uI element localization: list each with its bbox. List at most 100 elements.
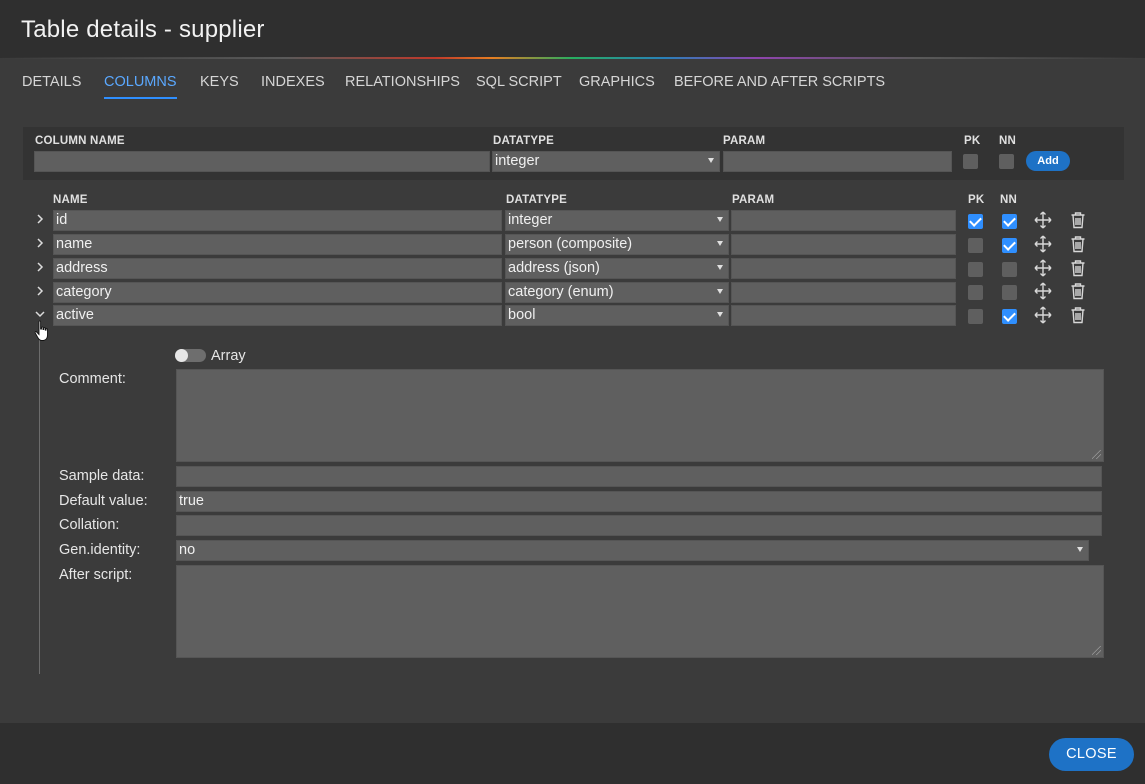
- tab-keys[interactable]: KEYS: [200, 74, 239, 90]
- sample-data-label: Sample data:: [59, 468, 145, 484]
- dropdown-arrow-icon: [717, 241, 723, 246]
- column-param-input[interactable]: [731, 305, 956, 326]
- column-name-input[interactable]: id: [53, 210, 502, 231]
- column-name-input[interactable]: name: [53, 234, 502, 255]
- new-column-param-input[interactable]: [723, 151, 952, 172]
- tab-indexes[interactable]: INDEXES: [261, 74, 325, 90]
- tab-sql-script[interactable]: SQL SCRIPT: [476, 74, 562, 90]
- chevron-right-icon[interactable]: [34, 213, 46, 225]
- resize-grip-icon[interactable]: [1092, 450, 1101, 459]
- chevron-down-icon[interactable]: [34, 308, 46, 320]
- column-pk-checkbox[interactable]: [968, 262, 983, 277]
- after-script-label: After script:: [59, 567, 133, 583]
- column-name-input[interactable]: active: [53, 305, 502, 326]
- add-column-button[interactable]: Add: [1026, 151, 1070, 171]
- column-datatype-value: person (composite): [508, 236, 633, 252]
- tab-columns[interactable]: COLUMNS: [104, 74, 177, 99]
- header-accent-line: [0, 57, 1145, 59]
- column-nn-checkbox[interactable]: [1002, 262, 1017, 277]
- trash-icon[interactable]: [1069, 259, 1087, 277]
- column-datatype-select[interactable]: integer: [505, 210, 729, 231]
- new-column-datatype-value: integer: [495, 153, 540, 169]
- comment-label: Comment:: [59, 371, 126, 387]
- column-param-input[interactable]: [731, 210, 956, 231]
- column-datatype-select[interactable]: bool: [505, 305, 729, 326]
- default-value-label: Default value:: [59, 493, 148, 509]
- chevron-right-icon[interactable]: [34, 237, 46, 249]
- dialog-footer: [0, 723, 1145, 784]
- dropdown-arrow-icon: [717, 265, 723, 270]
- dropdown-arrow-icon: [717, 289, 723, 294]
- new-column-nn-checkbox[interactable]: [999, 154, 1014, 169]
- hand-cursor-icon: [34, 320, 48, 341]
- column-param-input[interactable]: [731, 258, 956, 279]
- column-pk-checkbox[interactable]: [968, 309, 983, 324]
- array-toggle[interactable]: [175, 349, 206, 362]
- columns-name-header: NAME: [53, 194, 88, 206]
- trash-icon[interactable]: [1069, 211, 1087, 229]
- default-value-input[interactable]: true: [176, 491, 1102, 512]
- trash-icon[interactable]: [1069, 306, 1087, 324]
- move-icon[interactable]: [1034, 235, 1052, 253]
- tab-columns-label: COLUMNS: [104, 74, 177, 90]
- move-icon[interactable]: [1034, 211, 1052, 229]
- after-script-textarea[interactable]: [176, 565, 1104, 658]
- active-tab-underline: [104, 97, 177, 99]
- detail-tree-line: [39, 327, 40, 674]
- column-datatype-select[interactable]: category (enum): [505, 282, 729, 303]
- new-column-pk-header: PK: [964, 135, 981, 147]
- dialog-header: Table details - supplier: [0, 0, 1145, 58]
- trash-icon[interactable]: [1069, 235, 1087, 253]
- move-icon[interactable]: [1034, 259, 1052, 277]
- column-datatype-value: category (enum): [508, 284, 614, 300]
- column-nn-checkbox[interactable]: [1002, 214, 1017, 229]
- dropdown-arrow-icon: [717, 312, 723, 317]
- dropdown-arrow-icon: [708, 158, 714, 163]
- dropdown-arrow-icon: [1077, 547, 1083, 552]
- column-datatype-value: bool: [508, 307, 536, 323]
- column-nn-checkbox[interactable]: [1002, 309, 1017, 324]
- gen-identity-select[interactable]: no: [176, 540, 1089, 561]
- columns-nn-header: NN: [1000, 194, 1018, 206]
- column-nn-checkbox[interactable]: [1002, 238, 1017, 253]
- dropdown-arrow-icon: [717, 217, 723, 222]
- new-column-pk-checkbox[interactable]: [963, 154, 978, 169]
- column-pk-checkbox[interactable]: [968, 238, 983, 253]
- chevron-right-icon[interactable]: [34, 285, 46, 297]
- new-column-datatype-select[interactable]: integer: [492, 151, 720, 172]
- tab-relationships[interactable]: RELATIONSHIPS: [345, 74, 460, 90]
- column-name-input[interactable]: category: [53, 282, 502, 303]
- gen-identity-value: no: [179, 542, 196, 558]
- trash-icon[interactable]: [1069, 282, 1087, 300]
- column-name-input[interactable]: address: [53, 258, 502, 279]
- gen-identity-label: Gen.identity:: [59, 542, 141, 558]
- array-toggle-knob: [175, 349, 188, 362]
- column-datatype-select[interactable]: address (json): [505, 258, 729, 279]
- new-column-param-header: PARAM: [723, 135, 766, 147]
- close-button[interactable]: CLOSE: [1049, 738, 1134, 771]
- columns-param-header: PARAM: [732, 194, 775, 206]
- column-nn-checkbox[interactable]: [1002, 285, 1017, 300]
- dialog-title: Table details - supplier: [21, 16, 265, 43]
- column-pk-checkbox[interactable]: [968, 285, 983, 300]
- tab-graphics[interactable]: GRAPHICS: [579, 74, 655, 90]
- tab-before-after-scripts[interactable]: BEFORE AND AFTER SCRIPTS: [674, 74, 885, 90]
- tab-details[interactable]: DETAILS: [22, 74, 81, 90]
- column-datatype-select[interactable]: person (composite): [505, 234, 729, 255]
- comment-textarea[interactable]: [176, 369, 1104, 462]
- collation-input[interactable]: [176, 515, 1102, 536]
- column-param-input[interactable]: [731, 234, 956, 255]
- column-datatype-value: address (json): [508, 260, 600, 276]
- move-icon[interactable]: [1034, 306, 1052, 324]
- collation-label: Collation:: [59, 517, 120, 533]
- column-pk-checkbox[interactable]: [968, 214, 983, 229]
- chevron-right-icon[interactable]: [34, 261, 46, 273]
- move-icon[interactable]: [1034, 282, 1052, 300]
- column-param-input[interactable]: [731, 282, 956, 303]
- resize-grip-icon[interactable]: [1092, 646, 1101, 655]
- new-column-nn-header: NN: [999, 135, 1017, 147]
- sample-data-input[interactable]: [176, 466, 1102, 487]
- new-column-name-input[interactable]: [34, 151, 490, 172]
- column-datatype-value: integer: [508, 212, 553, 228]
- array-label: Array: [211, 348, 246, 364]
